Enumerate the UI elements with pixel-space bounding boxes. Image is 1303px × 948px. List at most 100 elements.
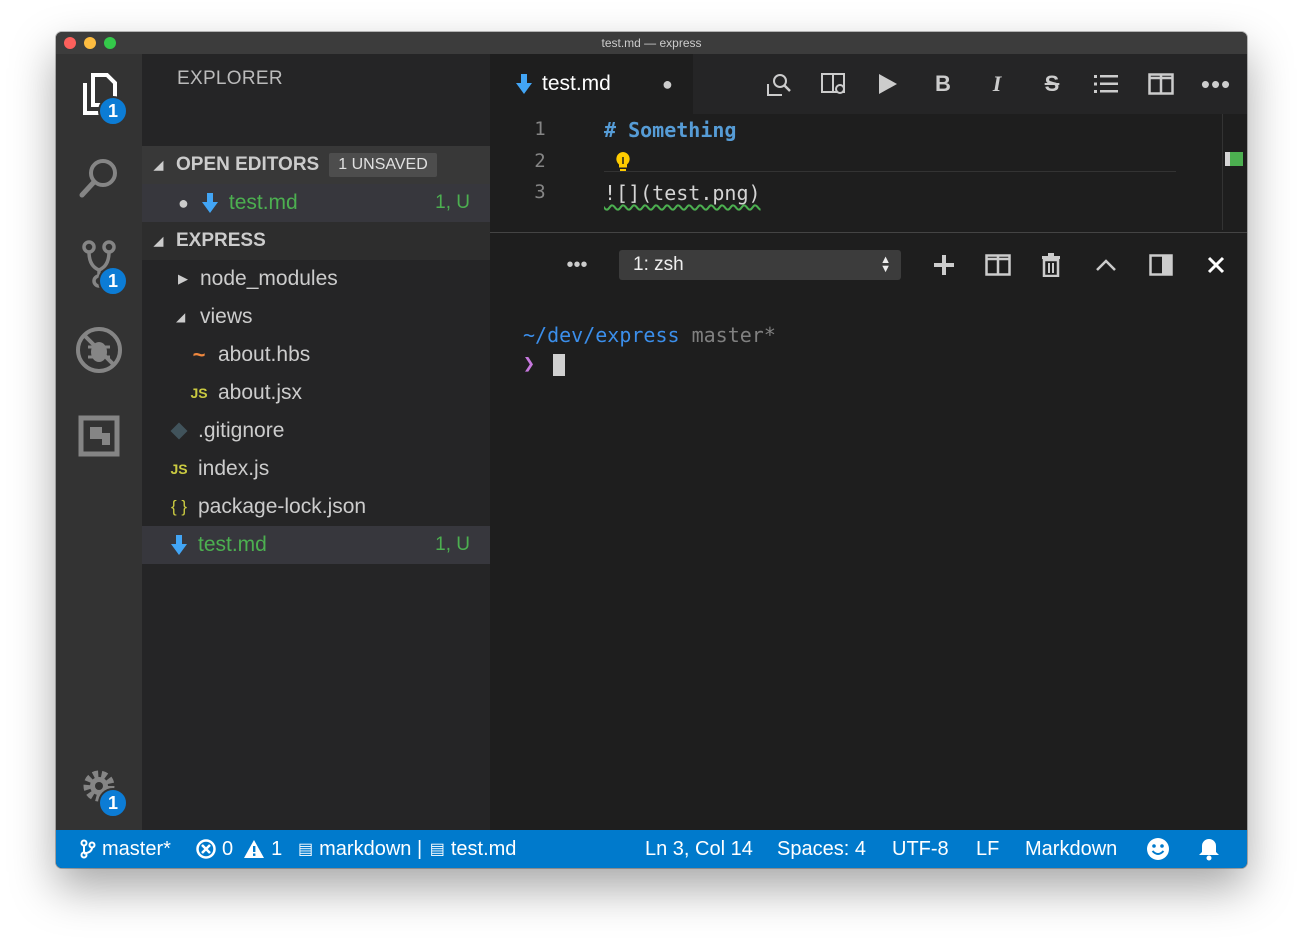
tree-item-label: node_modules [200,267,338,290]
tree-item-about-hbs[interactable]: ~ about.hbs [142,336,490,374]
tree-item-views[interactable]: ◢ views [142,298,490,336]
tree-item-package-lock[interactable]: { } package-lock.json [142,488,490,526]
status-outline[interactable]: ▤ markdown | ▤ test.md [298,830,516,868]
status-eol[interactable]: LF [976,830,999,868]
bell-icon [1199,839,1219,861]
terminal-input-line[interactable]: ❯ [523,351,566,376]
scm-badge: 1 [98,266,128,296]
chevron-right-icon: ▶ [178,271,188,286]
chevron-down-icon: ◢ [154,158,164,172]
status-branch-label: master* [102,837,171,860]
terminal-panel: ••• 1: zsh ▲ ▼ ~/dev/express master* ❯ [490,232,1247,831]
find-references-button[interactable] [764,69,794,99]
open-editors-section[interactable]: ◢ OPEN EDITORS 1 UNSAVED [142,146,490,184]
open-editors-label: OPEN EDITORS [176,154,320,175]
tree-item-about-jsx[interactable]: JS about.jsx [142,374,490,412]
editor-tabs: test.md ● B I S ••• [490,54,1247,114]
dirty-dot-icon[interactable]: ● [178,193,189,214]
more-actions-button[interactable]: ••• [1201,69,1231,99]
activity-settings[interactable]: 1 [56,748,142,824]
tree-item-node-modules[interactable]: ▶ node_modules [142,260,490,298]
tree-item-label: about.hbs [218,343,311,366]
search-icon [79,159,117,198]
minimap[interactable] [1222,114,1247,230]
line-number: 3 [534,181,546,203]
strikethrough-icon: S [1044,71,1060,96]
list-icon [1094,75,1118,93]
terminal-branch: master* [691,323,776,347]
status-indentation[interactable]: Spaces: 4 [777,830,866,868]
tree-item-gitignore[interactable]: .gitignore [142,412,490,450]
current-line-border [604,171,1176,172]
handlebars-file-icon: ~ [192,342,206,367]
minimize-window-button[interactable] [84,37,96,49]
json-file-icon: { } [170,497,188,516]
tree-item-test-md[interactable]: test.md 1, U [142,526,490,564]
search-doc-icon [767,74,791,96]
italic-icon: I [992,71,1002,96]
notifications-button[interactable] [1198,830,1220,868]
open-editor-item[interactable]: ● test.md 1, U [142,184,490,222]
maximize-window-button[interactable] [104,37,116,49]
warning-icon [244,840,265,858]
open-preview-side-button[interactable] [819,69,849,99]
status-problems[interactable]: 0 1 [196,830,282,868]
strikethrough-button[interactable]: S [1037,69,1067,99]
git-file-icon [168,422,190,440]
toggle-panel-position-button[interactable] [1146,250,1176,280]
split-terminal-button[interactable] [983,250,1013,280]
status-branch[interactable]: master* [80,830,171,868]
bold-icon: B [935,71,951,96]
open-editor-status: 1, U [435,192,470,213]
trash-icon [1042,253,1060,277]
tree-item-index-js[interactable]: JS index.js [142,450,490,488]
activity-extensions[interactable] [56,398,142,474]
markdown-doc-icon: ▤ [298,841,314,858]
status-language[interactable]: Markdown [1025,830,1117,868]
terminal-cursor [553,353,566,376]
activity-search[interactable] [56,140,142,216]
smiley-icon [1147,838,1169,860]
status-errors-count: 0 [222,837,234,860]
tab-test-md[interactable]: test.md ● [490,54,693,114]
error-icon [196,839,216,859]
split-editor-button[interactable] [1146,69,1176,99]
dirty-dot-icon[interactable]: ● [662,74,673,95]
explorer-badge: 1 [98,96,128,126]
express-section[interactable]: ◢ EXPRESS [142,222,490,260]
activity-source-control[interactable]: 1 [56,226,142,302]
window-title: test.md — express [601,36,702,50]
debug-icon [76,327,122,373]
chevron-down-icon: ◢ [176,310,186,324]
tree-item-label: about.jsx [218,381,303,404]
new-terminal-button[interactable] [929,250,959,280]
split-editor-icon [1148,73,1174,95]
chevron-down-icon: ◢ [154,234,164,248]
split-icon [985,254,1011,276]
close-icon [1207,256,1225,274]
terminal-selector[interactable]: 1: zsh ▲ ▼ [619,250,901,280]
feedback-button[interactable] [1146,830,1170,868]
close-window-button[interactable] [64,37,76,49]
markdown-file-icon [516,74,532,94]
panel-more-button[interactable]: ••• [562,250,592,280]
status-cursor-position[interactable]: Ln 3, Col 14 [645,830,753,868]
javascript-file-icon: JS [170,461,188,477]
line-number: 1 [534,118,546,140]
maximize-panel-button[interactable] [1091,250,1121,280]
list-button[interactable] [1091,69,1121,99]
markdown-doc-icon: ▤ [429,841,445,858]
tree-item-status: 1, U [435,534,470,555]
close-panel-button[interactable] [1201,250,1231,280]
bold-button[interactable]: B [928,69,958,99]
italic-button[interactable]: I [982,69,1012,99]
activity-explorer[interactable]: 1 [56,56,142,132]
kill-terminal-button[interactable] [1036,250,1066,280]
run-button[interactable] [873,69,903,99]
status-encoding[interactable]: UTF-8 [892,830,949,868]
terminal-prompt-line[interactable]: ~/dev/express master* [523,323,776,347]
preview-icon [821,73,845,94]
activity-debug[interactable] [56,312,142,388]
terminal-selector-value: 1: zsh [633,254,684,275]
code-editor[interactable]: 1 # Something 2 3 ![](test.png) [490,114,1247,230]
